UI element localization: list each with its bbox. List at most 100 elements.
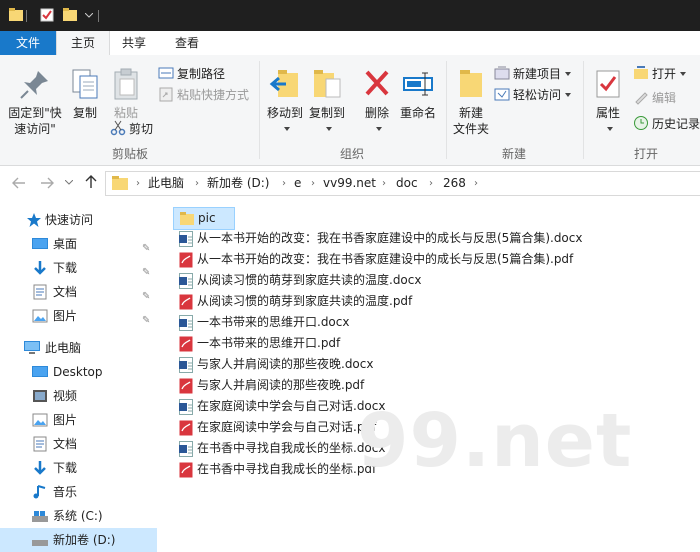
chevron-down-icon (565, 72, 572, 76)
paste-button[interactable]: 粘贴 (108, 67, 144, 121)
breadcrumb-e[interactable]: e (294, 172, 301, 195)
rename-label: 重命名 (399, 106, 436, 120)
pin-icon[interactable]: ✎ (142, 309, 150, 333)
nav-documents[interactable]: 文档 ✎ (0, 280, 157, 304)
recent-locations-icon[interactable] (65, 180, 73, 186)
toolbar-separator (98, 10, 99, 22)
chevron-down-icon (565, 93, 572, 97)
open-button[interactable]: 打开 (633, 65, 687, 83)
properties-icon[interactable] (40, 8, 54, 22)
nav-pc-desktop-label: Desktop (53, 365, 103, 379)
document-icon (33, 284, 47, 300)
pin-quick-access-label: 固定到"快速访问" (8, 106, 62, 136)
breadcrumb-drive-d[interactable]: 新加卷 (D:) (207, 172, 269, 195)
history-label: 历史记录 (652, 117, 700, 131)
tab-share[interactable]: 共享 (112, 31, 156, 55)
breadcrumb-this-pc[interactable]: 此电脑 (148, 172, 184, 195)
file-name: 在家庭阅读中学会与自己对话.pdf (197, 420, 377, 434)
breadcrumb-separator: › (382, 178, 386, 189)
up-arrow-icon[interactable] (85, 175, 97, 189)
nav-pc-desktop[interactable]: Desktop (0, 360, 157, 384)
new-folder-icon[interactable] (63, 8, 77, 22)
new-folder-button[interactable]: 新建 文件夹 (452, 67, 490, 137)
nav-drive-d-label: 新加卷 (D:) (53, 533, 116, 547)
open-label: 打开 (652, 67, 677, 81)
paste-shortcut-button[interactable]: 粘贴快捷方式 (158, 86, 249, 104)
word-file-icon (179, 231, 193, 247)
history-icon (634, 116, 648, 130)
chevron-down-icon (376, 127, 382, 131)
nav-drive-d[interactable]: 新加卷 (D:) (0, 528, 157, 552)
folder-item[interactable]: pic (173, 207, 235, 230)
nav-pc-pictures[interactable]: 图片 (0, 408, 157, 432)
breadcrumb-268[interactable]: 268 (443, 172, 466, 195)
chevron-down-icon[interactable] (85, 13, 93, 19)
word-file-icon (179, 399, 193, 415)
pin-icon (20, 71, 48, 99)
properties-button[interactable]: 属性 (590, 67, 626, 137)
breadcrumb-vv99[interactable]: vv99.net (323, 172, 376, 195)
address-row: › 此电脑 › 新加卷 (D:) › e › vv99.net › doc › … (0, 166, 700, 199)
cut-button[interactable]: 剪切 (110, 120, 153, 138)
forward-arrow-icon[interactable] (40, 177, 54, 189)
nav-quick-access[interactable]: 快速访问 (0, 208, 157, 232)
nav-this-pc[interactable]: 此电脑 (0, 336, 157, 360)
tab-home[interactable]: 主页 (56, 31, 110, 56)
word-file-icon (179, 273, 193, 289)
group-separator (259, 61, 260, 159)
edit-button[interactable]: 编辑 (633, 89, 676, 107)
toolbar-separator (26, 10, 27, 22)
chevron-down-icon (284, 127, 290, 131)
easy-access-icon (494, 88, 510, 101)
folder-icon (180, 212, 194, 225)
copy-path-icon (158, 67, 174, 79)
rename-button[interactable]: 重命名 (397, 67, 439, 121)
history-button[interactable]: 历史记录 (633, 115, 700, 133)
delete-button[interactable]: 删除 (359, 67, 395, 137)
download-icon (34, 461, 46, 475)
breadcrumb-doc[interactable]: doc (396, 172, 418, 195)
nav-videos-label: 视频 (53, 389, 78, 403)
rename-icon (403, 72, 433, 96)
delete-label: 删除 (364, 106, 389, 120)
open-group-label: 打开 (633, 147, 658, 161)
nav-pictures-label: 图片 (53, 309, 78, 323)
move-to-button[interactable]: 移动到 (265, 67, 305, 137)
nav-videos[interactable]: 视频 (0, 384, 157, 408)
nav-pc-documents[interactable]: 文档 (0, 432, 157, 456)
chevron-down-icon (680, 72, 687, 76)
copy-path-button[interactable]: 复制路径 (158, 65, 225, 83)
chevron-down-icon (326, 127, 332, 131)
desktop-icon (32, 366, 48, 377)
tab-file[interactable]: 文件 (0, 31, 56, 55)
word-file-icon (179, 441, 193, 457)
nav-pictures[interactable]: 图片 ✎ (0, 304, 157, 328)
file-name: pic (198, 211, 216, 225)
nav-desktop[interactable]: 桌面 ✎ (0, 232, 157, 256)
nav-drive-c[interactable]: 系统 (C:) (0, 504, 157, 528)
file-name: 与家人并肩阅读的那些夜晚.docx (197, 357, 374, 371)
copy-to-button[interactable]: 复制到 (307, 67, 347, 137)
nav-downloads[interactable]: 下载 ✎ (0, 256, 157, 280)
scissors-icon (110, 120, 126, 136)
breadcrumb-separator: › (136, 178, 140, 189)
easy-access-button[interactable]: 轻松访问 (494, 86, 572, 104)
pin-quick-access-button[interactable]: 固定到"快速访问" (4, 67, 66, 137)
nav-downloads-label: 下载 (53, 261, 78, 275)
cut-label: 剪切 (129, 122, 154, 136)
file-name: 一本书带来的思维开口.docx (197, 315, 350, 329)
address-bar[interactable]: › 此电脑 › 新加卷 (D:) › e › vv99.net › doc › … (105, 171, 700, 196)
nav-pc-downloads[interactable]: 下载 (0, 456, 157, 480)
copy-button[interactable]: 复制 (68, 67, 102, 121)
new-item-button[interactable]: 新建项目 (494, 65, 572, 83)
file-name: 从一本书开始的改变：我在书香家庭建设中的成长与反思(5篇合集).pdf (197, 252, 574, 266)
title-bar (0, 0, 700, 31)
nav-music[interactable]: 音乐 (0, 480, 157, 504)
easy-access-label: 轻松访问 (513, 88, 562, 102)
back-arrow-icon[interactable] (12, 177, 26, 189)
copy-path-label: 复制路径 (177, 67, 226, 81)
folder-icon[interactable] (9, 8, 23, 22)
drive-icon (32, 540, 48, 546)
breadcrumb-separator: › (195, 178, 199, 189)
tab-view[interactable]: 查看 (165, 31, 209, 55)
